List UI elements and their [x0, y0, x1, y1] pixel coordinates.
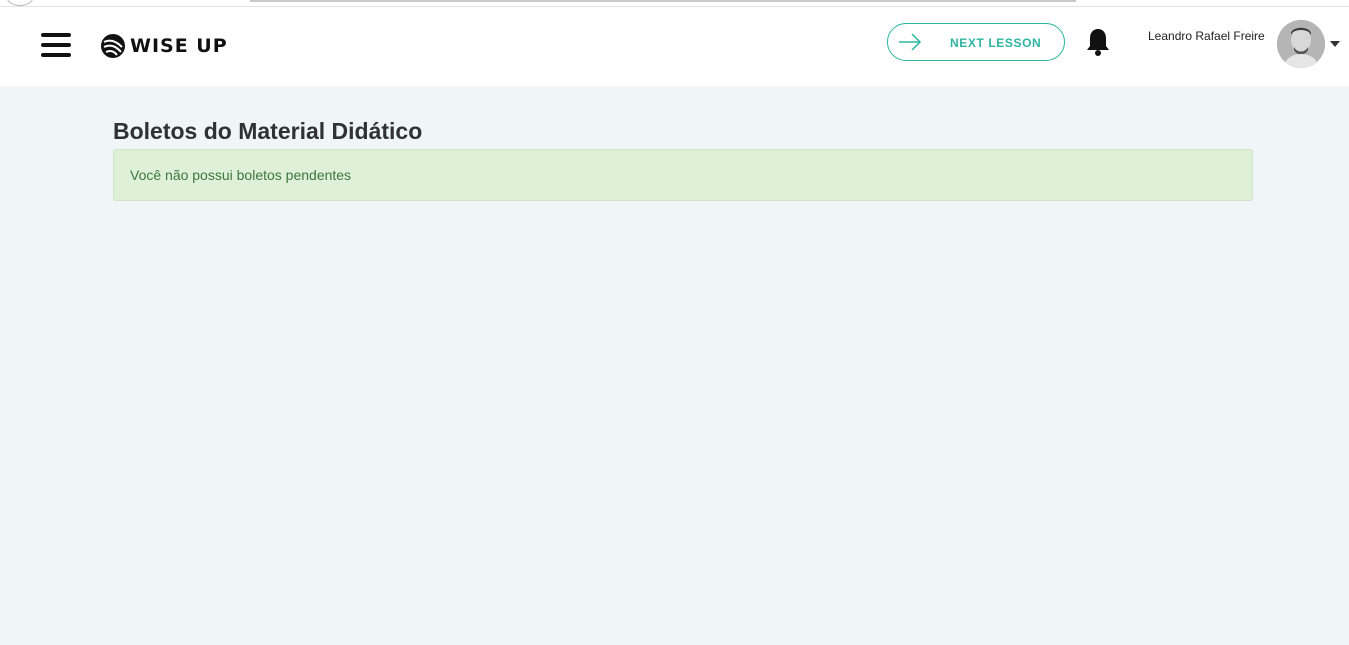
- browser-scroll-indicator: [250, 0, 1076, 2]
- browser-top-strip: [0, 0, 1349, 7]
- next-lesson-button[interactable]: NEXT LESSON: [887, 23, 1065, 61]
- bell-icon[interactable]: [1085, 27, 1111, 57]
- wise-up-logo-icon: [101, 34, 125, 58]
- brand-logo[interactable]: WISE UP: [100, 32, 228, 60]
- page-title: Boletos do Material Didático: [113, 118, 423, 144]
- user-name[interactable]: Leandro Rafael Freire: [1148, 29, 1265, 43]
- user-photo: [1277, 20, 1325, 68]
- menu-icon[interactable]: [40, 31, 72, 59]
- browser-tab-edge: [6, 0, 34, 6]
- next-lesson-label: NEXT LESSON: [950, 36, 1042, 50]
- top-navbar: WISE UP NEXT LESSON Leandro Rafael Freir…: [0, 7, 1349, 86]
- arrow-right-icon: [899, 33, 922, 51]
- alert-message: Você não possui boletos pendentes: [130, 167, 352, 183]
- logo-text: WISE UP: [130, 35, 228, 57]
- chevron-down-icon[interactable]: [1330, 41, 1340, 47]
- status-alert: Você não possui boletos pendentes: [113, 149, 1253, 201]
- avatar[interactable]: [1277, 20, 1325, 68]
